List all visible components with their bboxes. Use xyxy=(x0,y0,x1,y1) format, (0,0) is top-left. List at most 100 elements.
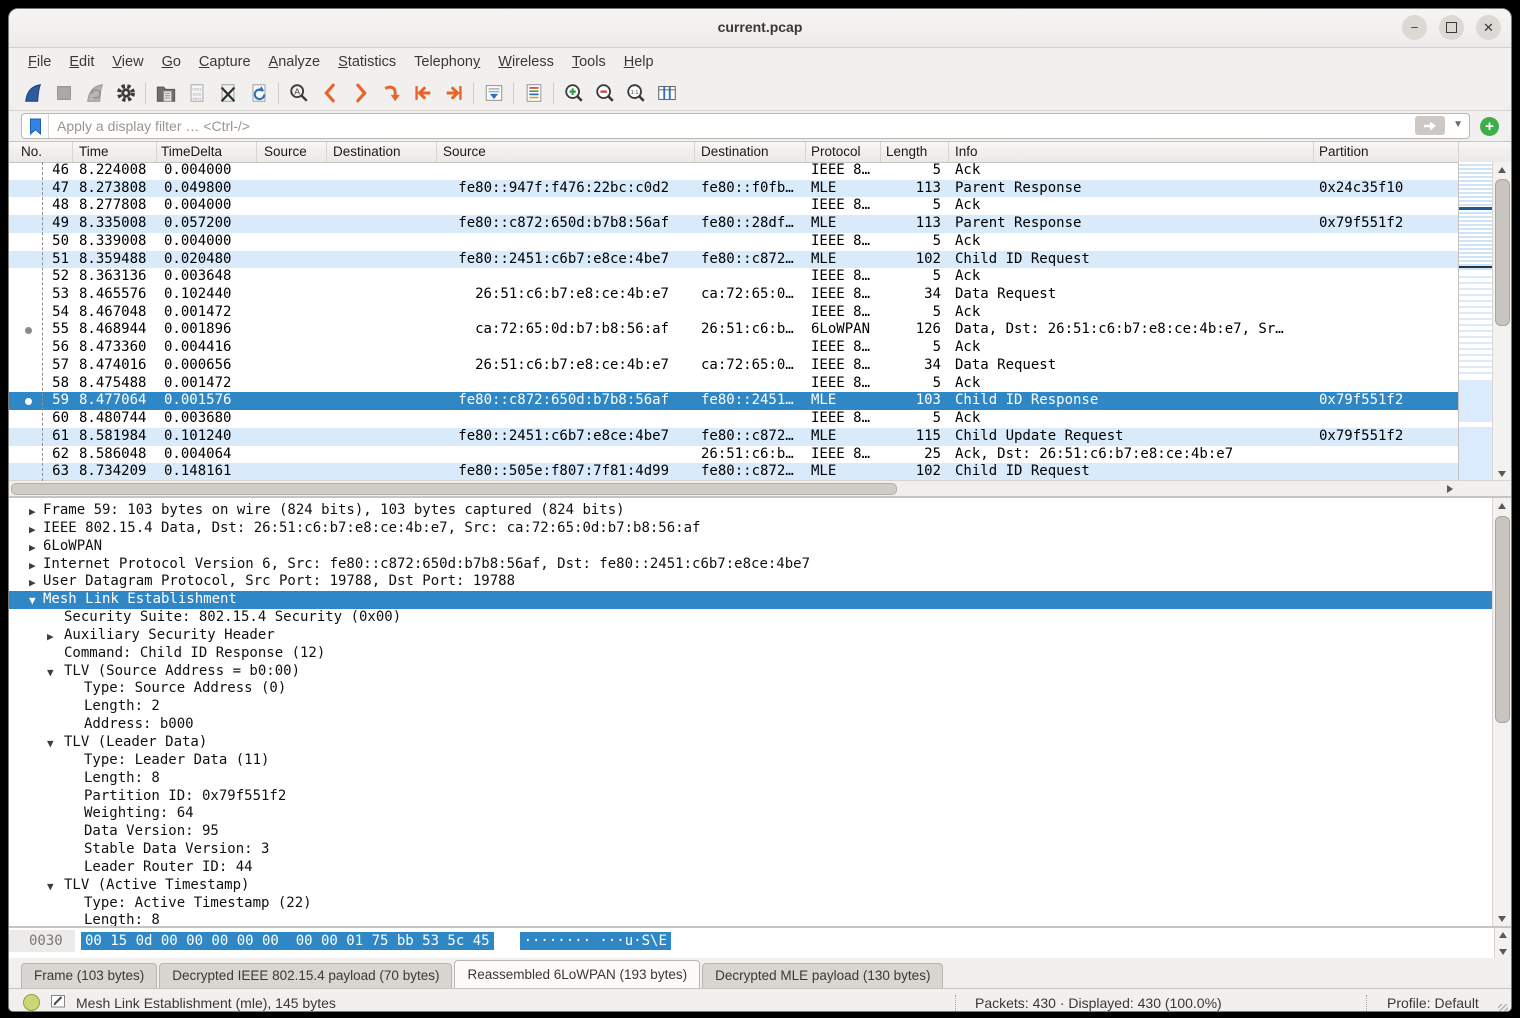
column-header-protocol-7[interactable]: Protocol xyxy=(806,142,881,162)
stop-capture-icon[interactable] xyxy=(48,79,79,107)
packet-row-48[interactable]: 488.2778080.004000IEEE 8…5Ack xyxy=(9,197,1459,215)
intelligent-scrollbar-minimap[interactable] xyxy=(1458,162,1493,481)
minimize-button[interactable]: − xyxy=(1402,15,1427,40)
detail-line[interactable]: Length: 8 xyxy=(9,770,1493,788)
zoom-out-icon[interactable] xyxy=(589,79,620,107)
collapse-arrow-icon[interactable]: ▼ xyxy=(29,592,36,610)
add-filter-button[interactable]: + xyxy=(1480,117,1499,136)
expand-arrow-icon[interactable]: ▶ xyxy=(29,574,36,592)
packet-row-54[interactable]: 548.4670480.001472IEEE 8…5Ack xyxy=(9,304,1459,322)
detail-line[interactable]: ▼TLV (Leader Data) xyxy=(9,734,1493,752)
scroll-up-arrow[interactable] xyxy=(1493,162,1511,177)
open-file-icon[interactable] xyxy=(150,79,181,107)
packet-row-61[interactable]: 618.5819840.101240fe80::2451:c6b7:e8ce:4… xyxy=(9,428,1459,446)
scroll-right-arrow[interactable] xyxy=(1441,481,1459,496)
packet-row-49[interactable]: 498.3350080.057200fe80::c872:650d:b7b8:5… xyxy=(9,215,1459,233)
title-bar[interactable]: current.pcap − ✕ xyxy=(9,9,1511,48)
column-header-timedelta-2[interactable]: TimeDelta xyxy=(157,142,257,162)
packet-row-59[interactable]: 598.4770640.001576fe80::c872:650d:b7b8:5… xyxy=(9,392,1459,410)
scroll-down-arrow[interactable] xyxy=(1495,945,1511,958)
reload-file-icon[interactable] xyxy=(243,79,274,107)
detail-line[interactable]: ▶Internet Protocol Version 6, Src: fe80:… xyxy=(9,556,1493,574)
maximize-button[interactable] xyxy=(1439,15,1464,40)
byte-tab-reassembled-6lowpan-193-bytes[interactable]: Reassembled 6LoWPAN (193 bytes) xyxy=(454,960,700,988)
packet-row-57[interactable]: 578.4740160.00065626:51:c6:b7:e8:ce:4b:e… xyxy=(9,357,1459,375)
detail-line[interactable]: ▶User Datagram Protocol, Src Port: 19788… xyxy=(9,573,1493,591)
packet-row-58[interactable]: 588.4754880.001472IEEE 8…5Ack xyxy=(9,375,1459,393)
packet-row-55[interactable]: 558.4689440.001896ca:72:65:0d:b7:b8:56:a… xyxy=(9,321,1459,339)
column-header-source-5[interactable]: Source xyxy=(437,142,695,162)
menu-help[interactable]: Help xyxy=(615,51,663,73)
collapse-arrow-icon[interactable]: ▼ xyxy=(47,664,54,682)
column-header-info-9[interactable]: Info xyxy=(949,142,1314,162)
go-to-packet-icon[interactable] xyxy=(376,79,407,107)
filter-dropdown-caret[interactable]: ▼ xyxy=(1453,119,1463,130)
collapse-arrow-icon[interactable]: ▼ xyxy=(47,878,54,896)
detail-line[interactable]: ▼TLV (Source Address = b0:00) xyxy=(9,663,1493,681)
menu-statistics[interactable]: Statistics xyxy=(329,51,405,73)
detail-line[interactable]: Length: 8 xyxy=(9,912,1493,926)
scroll-down-arrow[interactable] xyxy=(1493,911,1511,926)
detail-line[interactable]: Partition ID: 0x79f551f2 xyxy=(9,788,1493,806)
packet-list-vscrollbar[interactable] xyxy=(1492,162,1511,481)
detail-line[interactable]: Length: 2 xyxy=(9,698,1493,716)
go-first-icon[interactable] xyxy=(407,79,438,107)
resize-grip[interactable] xyxy=(1498,1004,1508,1012)
resize-columns-icon[interactable] xyxy=(651,79,682,107)
detail-line[interactable]: Data Version: 95 xyxy=(9,823,1493,841)
details-vscrollbar[interactable] xyxy=(1492,498,1511,926)
expand-arrow-icon[interactable]: ▶ xyxy=(29,557,36,575)
byte-tab-decrypted-mle-payload-130-bytes[interactable]: Decrypted MLE payload (130 bytes) xyxy=(702,963,943,988)
column-header-no-0[interactable]: No. xyxy=(9,142,73,162)
detail-line[interactable]: Type: Leader Data (11) xyxy=(9,752,1493,770)
column-header-source-3[interactable]: Source xyxy=(257,142,327,162)
packet-row-63[interactable]: 638.7342090.148161fe80::505e:f807:7f81:4… xyxy=(9,463,1459,481)
display-filter-input[interactable] xyxy=(49,118,1469,134)
hscrollbar-thumb[interactable] xyxy=(11,483,897,495)
packet-row-62[interactable]: 628.5860480.00406426:51:c6:b…IEEE 8…25Ac… xyxy=(9,446,1459,464)
detail-line[interactable]: Type: Active Timestamp (22) xyxy=(9,895,1493,913)
close-file-icon[interactable] xyxy=(212,79,243,107)
go-back-icon[interactable] xyxy=(314,79,345,107)
detail-line[interactable]: ▶6LoWPAN xyxy=(9,538,1493,556)
detail-line[interactable]: ▼TLV (Active Timestamp) xyxy=(9,877,1493,895)
detail-line[interactable]: Leader Router ID: 44 xyxy=(9,859,1493,877)
detail-line[interactable]: Weighting: 64 xyxy=(9,805,1493,823)
apply-filter-button[interactable] xyxy=(1415,116,1445,135)
packet-row-46[interactable]: 468.2240080.004000IEEE 8…5Ack xyxy=(9,162,1459,180)
menu-wireless[interactable]: Wireless xyxy=(489,51,563,73)
packet-list-hscrollbar[interactable] xyxy=(9,480,1459,496)
menu-tools[interactable]: Tools xyxy=(563,51,615,73)
close-button[interactable]: ✕ xyxy=(1476,15,1501,40)
packet-row-56[interactable]: 568.4733600.004416IEEE 8…5Ack xyxy=(9,339,1459,357)
scrollbar-thumb[interactable] xyxy=(1495,179,1510,326)
detail-line[interactable]: Address: b000 xyxy=(9,716,1493,734)
column-header-length-8[interactable]: Length xyxy=(881,142,949,162)
capture-comment-icon[interactable] xyxy=(50,993,66,1012)
go-forward-icon[interactable] xyxy=(345,79,376,107)
start-capture-icon[interactable] xyxy=(17,79,48,107)
hex-row[interactable]: 0030 00 15 0d 00 00 00 00 00 00 00 01 75… xyxy=(9,931,671,950)
packet-row-60[interactable]: 608.4807440.003680IEEE 8…5Ack xyxy=(9,410,1459,428)
save-file-icon[interactable]: 010101100011 xyxy=(181,79,212,107)
scroll-up-arrow[interactable] xyxy=(1493,498,1511,513)
packet-row-52[interactable]: 528.3631360.003648IEEE 8…5Ack xyxy=(9,268,1459,286)
packet-row-50[interactable]: 508.3390080.004000IEEE 8…5Ack xyxy=(9,233,1459,251)
menu-go[interactable]: Go xyxy=(153,51,190,73)
packet-row-53[interactable]: 538.4655760.10244026:51:c6:b7:e8:ce:4b:e… xyxy=(9,286,1459,304)
detail-line[interactable]: ▼Mesh Link Establishment xyxy=(9,591,1493,609)
expand-arrow-icon[interactable]: ▶ xyxy=(47,628,54,646)
expand-arrow-icon[interactable]: ▶ xyxy=(29,503,36,521)
colorize-icon[interactable] xyxy=(518,79,549,107)
detail-line[interactable]: Type: Source Address (0) xyxy=(9,680,1493,698)
status-profile[interactable]: Profile: Default xyxy=(1387,995,1479,1011)
column-header-time-1[interactable]: Time xyxy=(73,142,157,162)
menu-edit[interactable]: Edit xyxy=(60,51,103,73)
scroll-down-arrow[interactable] xyxy=(1493,466,1511,481)
menu-analyze[interactable]: Analyze xyxy=(260,51,330,73)
menu-telephony[interactable]: Telephony xyxy=(405,51,489,73)
column-header-destination-6[interactable]: Destination xyxy=(695,142,806,162)
auto-scroll-icon[interactable] xyxy=(478,79,509,107)
byte-tab-decrypted-ieee-802-15-4-payload-70-bytes[interactable]: Decrypted IEEE 802.15.4 payload (70 byte… xyxy=(159,963,452,988)
find-packet-icon[interactable]: A xyxy=(283,79,314,107)
